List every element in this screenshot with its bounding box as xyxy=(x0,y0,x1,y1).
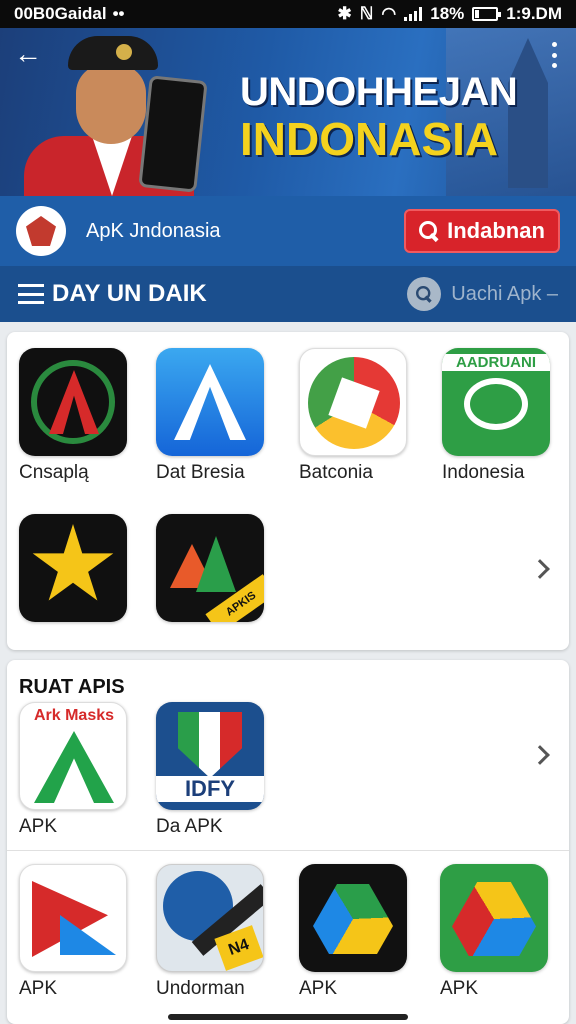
section-title: RUAT APIS xyxy=(19,676,125,698)
red-triangle-app-icon xyxy=(19,864,127,972)
apps-card-featured: Cnsaplą Dat Bresia Batconia AADRUANI Ind… xyxy=(7,332,569,650)
app-label: Da APK xyxy=(156,816,223,837)
status-left-text: 00B0Gaidal xyxy=(14,4,107,23)
battery-percent: 18% xyxy=(430,4,465,23)
app-label: APK xyxy=(440,978,479,999)
shield-app-icon: IDFY xyxy=(156,702,264,810)
nav-search-placeholder: Uachi Apk – xyxy=(451,282,558,305)
app-label: APK xyxy=(19,816,58,837)
nfc-icon: ℕ xyxy=(359,4,374,23)
brand-name: ApK Jndonasia xyxy=(86,219,221,242)
hero-banner: ← UNDOHHEJAN INDONASIA xyxy=(0,28,576,196)
green-a-app-icon: Ark Masks xyxy=(19,702,127,810)
app-tile[interactable]: Batconia xyxy=(299,348,429,484)
triangles-app-icon: APKIS xyxy=(156,514,264,622)
chevron-right-icon[interactable] xyxy=(530,559,550,579)
blue-a-app-icon xyxy=(156,348,264,456)
nav-search-field[interactable]: Uachi Apk – xyxy=(407,277,558,311)
app-tile[interactable]: APK xyxy=(440,864,570,1000)
status-bar: 00B0Gaidal •• ✱ ℕ ◠ 18% 1:9.DM xyxy=(0,0,576,28)
search-button-label: Indabnan xyxy=(447,218,545,243)
overflow-menu-icon[interactable] xyxy=(550,42,558,68)
bluetooth-icon: ✱ xyxy=(337,4,352,23)
app-label: APK xyxy=(19,978,58,999)
app-label: Cnsaplą xyxy=(19,462,89,483)
app-tile[interactable]: Ark Masks APK xyxy=(19,702,149,838)
officer-illustration xyxy=(24,36,224,196)
drive-dark-app-icon xyxy=(299,864,407,972)
app-label: Undorman xyxy=(156,978,245,999)
app-tile[interactable]: AADRUANI Indonesia xyxy=(442,348,572,484)
app-tile[interactable]: N4 Undorman xyxy=(156,864,286,1000)
app-tile[interactable]: Dat Bresia xyxy=(156,348,286,484)
app-label: Indonesia xyxy=(442,462,525,483)
clock: 1:9.DM xyxy=(506,4,562,23)
phone-graphic xyxy=(138,75,208,193)
home-indicator[interactable] xyxy=(168,1014,408,1020)
yellow-star-app-icon xyxy=(19,514,127,622)
wifi-icon: ◠ xyxy=(381,4,397,23)
color-ring-app-icon xyxy=(299,348,407,456)
banner-title-line2: INDONASIA xyxy=(240,113,499,165)
app-label: Dat Bresia xyxy=(156,462,245,483)
battery-icon xyxy=(472,7,502,21)
app-tile[interactable]: IDFY Da APK xyxy=(156,702,286,838)
app-tile[interactable]: APKIS xyxy=(156,514,286,622)
app-tile[interactable]: APK xyxy=(19,864,149,1000)
search-icon xyxy=(419,221,439,241)
nav-title: DAY UN DAIK xyxy=(52,280,207,307)
red-a-star-app-icon xyxy=(19,348,127,456)
green-chat-app-icon: AADRUANI xyxy=(442,348,550,456)
hamburger-menu-icon[interactable] xyxy=(18,284,44,304)
icon-text: Ark Masks xyxy=(33,707,115,724)
divider xyxy=(7,850,569,851)
magnifier-icon xyxy=(407,277,442,311)
pen-app-icon: N4 xyxy=(156,864,264,972)
app-tile[interactable]: APK xyxy=(299,864,429,1000)
icon-text: AADRUANI xyxy=(442,354,550,371)
app-tile[interactable] xyxy=(19,514,149,622)
chevron-right-icon[interactable] xyxy=(530,745,550,765)
back-arrow-icon[interactable]: ← xyxy=(14,40,42,68)
app-tile[interactable]: Cnsaplą xyxy=(19,348,149,484)
icon-text: IDFY xyxy=(156,776,264,802)
brand-bar: ApK Jndonasia Indabnan xyxy=(0,196,576,266)
nav-bar: DAY UN DAIK Uachi Apk – xyxy=(0,266,576,322)
app-label: APK xyxy=(299,978,338,999)
banner-title-line1: UNDOHHEJAN xyxy=(240,70,518,114)
drive-green-app-icon xyxy=(440,864,548,972)
search-button[interactable]: Indabnan xyxy=(404,209,560,253)
apps-card-ruat: RUAT APIS Ark Masks APK IDFY Da APK APK … xyxy=(7,660,569,1024)
notification-dots: •• xyxy=(112,4,125,23)
app-label: Batconia xyxy=(299,462,373,483)
signal-icon xyxy=(404,7,423,21)
emblem-logo xyxy=(16,206,66,256)
